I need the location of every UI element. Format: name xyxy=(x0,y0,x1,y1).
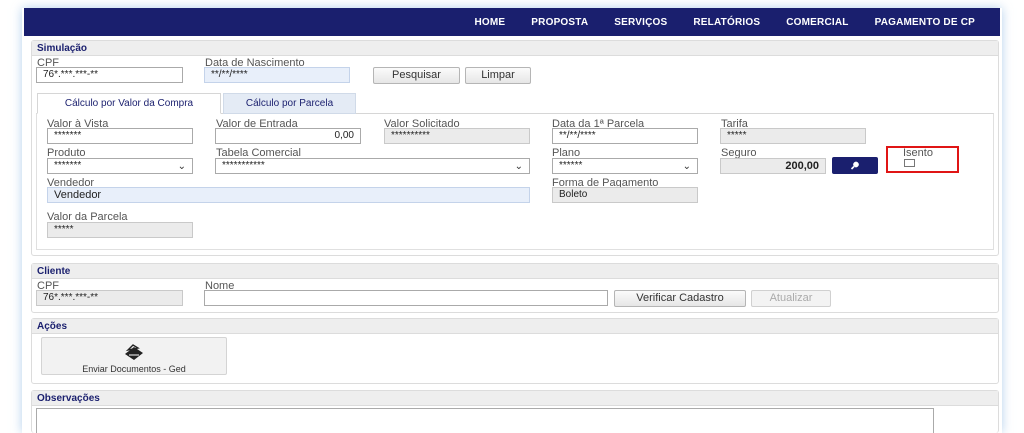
isento-highlight-box xyxy=(886,146,959,173)
valor-solicitado-input: ********** xyxy=(384,128,530,144)
nav-pagamento-cp[interactable]: PAGAMENTO DE CP xyxy=(862,17,988,28)
acoes-title: Ações xyxy=(32,319,998,334)
tabela-select[interactable]: *********** ⌄ xyxy=(215,158,530,174)
nav-servicos[interactable]: SERVIÇOS xyxy=(601,17,680,28)
seguro-input: 200,00 xyxy=(720,158,826,174)
limpar-button[interactable]: Limpar xyxy=(465,67,531,84)
observacoes-title: Observações xyxy=(32,391,998,406)
produto-select[interactable]: ******* ⌄ xyxy=(47,158,193,174)
seguro-search-button[interactable] xyxy=(832,157,878,174)
tabela-value: *********** xyxy=(222,160,265,171)
plano-value: ****** xyxy=(559,160,583,171)
chevron-down-icon: ⌄ xyxy=(682,161,691,172)
scanner-icon xyxy=(125,344,143,360)
tarifa-input: ***** xyxy=(720,128,866,144)
atualizar-button: Atualizar xyxy=(751,290,831,307)
tab-valor-compra[interactable]: Cálculo por Valor da Compra xyxy=(37,93,221,114)
nome-input[interactable] xyxy=(204,290,608,306)
chevron-down-icon: ⌄ xyxy=(177,161,186,172)
forma-pagamento-input: Boleto xyxy=(552,187,698,203)
nascimento-input[interactable]: **/**/**** xyxy=(204,67,350,83)
valor-entrada-input[interactable]: 0,00 xyxy=(215,128,361,144)
pesquisar-button[interactable]: Pesquisar xyxy=(373,67,460,84)
simulacao-cpf-input[interactable]: 76*.***.***-** xyxy=(36,67,183,83)
verificar-cadastro-button[interactable]: Verificar Cadastro xyxy=(614,290,746,307)
search-icon xyxy=(850,161,859,170)
plano-select[interactable]: ****** ⌄ xyxy=(552,158,698,174)
data-parcela-input[interactable]: **/**/**** xyxy=(552,128,698,144)
cliente-title: Cliente xyxy=(32,264,998,279)
simulacao-title: Simulação xyxy=(32,41,998,56)
top-nav: HOME PROPOSTA SERVIÇOS RELATÓRIOS COMERC… xyxy=(24,8,1000,36)
vendedor-input[interactable]: Vendedor xyxy=(47,187,530,203)
nav-relatorios[interactable]: RELATÓRIOS xyxy=(680,17,773,28)
cliente-cpf-input: 76*.***.***-** xyxy=(36,290,183,306)
enviar-documentos-label: Enviar Documentos - Ged xyxy=(82,364,186,374)
nav-comercial[interactable]: COMERCIAL xyxy=(773,17,861,28)
nav-home[interactable]: HOME xyxy=(461,17,518,28)
enviar-documentos-button[interactable]: Enviar Documentos - Ged xyxy=(41,337,227,375)
tab-valor-parcela[interactable]: Cálculo por Parcela xyxy=(223,93,356,114)
observacoes-textarea[interactable] xyxy=(36,408,934,433)
chevron-down-icon: ⌄ xyxy=(514,161,523,172)
valor-vista-input[interactable]: ******* xyxy=(47,128,193,144)
valor-parcela-input: ***** xyxy=(47,222,193,238)
produto-value: ******* xyxy=(54,160,82,171)
nav-proposta[interactable]: PROPOSTA xyxy=(518,17,601,28)
